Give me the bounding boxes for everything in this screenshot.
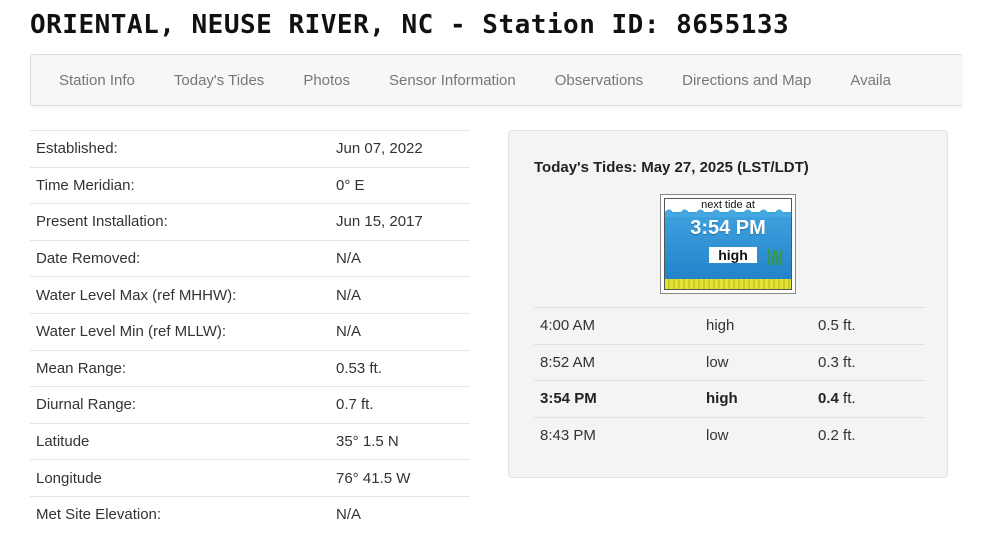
info-label: Diurnal Range:	[30, 386, 330, 424]
nav-tab-todays-tides[interactable]: Today's Tides	[174, 72, 264, 89]
tide-time: 4:00 AM	[534, 307, 706, 345]
tide-height: 0.4 ft.	[812, 380, 925, 418]
nav-tab-station-info[interactable]: Station Info	[59, 72, 135, 89]
info-label: Latitude	[30, 422, 330, 460]
next-tide-widget[interactable]: next tide at 3:54 PM high	[660, 194, 796, 294]
tide-row: 4:00 AM high 0.5 ft.	[534, 307, 925, 345]
info-value: N/A	[330, 312, 470, 351]
tide-height-unit: ft.	[843, 390, 856, 408]
seagrass-icon	[767, 248, 783, 265]
info-value: 76° 41.5 W	[330, 459, 470, 497]
info-label: Present Installation:	[30, 203, 330, 241]
tide-height-value: 0.3	[818, 353, 839, 371]
nav-tab-availability[interactable]: Availa	[850, 72, 891, 89]
tide-height-unit: ft.	[843, 353, 856, 371]
tide-height-value: 0.2	[818, 427, 839, 445]
info-label: Water Level Min (ref MLLW):	[30, 312, 330, 351]
tide-type: high	[706, 307, 812, 345]
station-nav-list: Station Info Today's Tides Photos Sensor…	[31, 55, 962, 105]
info-row-latitude: Latitude 35° 1.5 N	[30, 422, 470, 460]
info-label: Established:	[30, 130, 330, 168]
info-row-met-site-elevation: Met Site Elevation: N/A	[30, 495, 470, 533]
info-value: Jun 07, 2022	[330, 130, 470, 168]
info-value: N/A	[330, 239, 470, 277]
tide-height: 0.2 ft.	[812, 416, 925, 454]
tide-type: low	[706, 343, 812, 381]
tides-title: Today's Tides: May 27, 2025 (LST/LDT)	[534, 159, 809, 176]
station-info-table: Established: Jun 07, 2022 Time Meridian: 0…	[30, 130, 470, 533]
tide-height: 0.3 ft.	[812, 343, 925, 381]
nav-tab-directions-and-map[interactable]: Directions and Map	[682, 72, 811, 89]
info-row-time-meridian: Time Meridian: 0° E	[30, 166, 470, 204]
info-label: Water Level Max (ref MHHW):	[30, 276, 330, 314]
tide-time: 8:52 AM	[534, 343, 706, 381]
info-value: 0.53 ft.	[330, 349, 470, 387]
tide-time: 8:43 PM	[534, 416, 706, 454]
tide-type: high	[706, 380, 812, 418]
nav-tab-observations[interactable]: Observations	[555, 72, 643, 89]
info-value: 35° 1.5 N	[330, 422, 470, 460]
nav-tab-sensor-information[interactable]: Sensor Information	[389, 72, 516, 89]
tide-row: 8:43 PM low 0.2 ft.	[534, 416, 925, 454]
info-row-diurnal-range: Diurnal Range: 0.7 ft.	[30, 386, 470, 424]
todays-tides-panel: Today's Tides: May 27, 2025 (LST/LDT) ne…	[508, 130, 948, 478]
next-tide-widget-body: next tide at 3:54 PM high	[664, 198, 792, 290]
tide-type: low	[706, 416, 812, 454]
info-row-present-installation: Present Installation: Jun 15, 2017	[30, 203, 470, 241]
info-label: Met Site Elevation:	[30, 495, 330, 533]
info-value: 0.7 ft.	[330, 386, 470, 424]
next-tide-type: high	[709, 247, 757, 263]
tides-table-body: 4:00 AM high 0.5 ft. 8:52 AM low 0.3 ft.…	[534, 307, 925, 454]
tide-row: 3:54 PM high 0.4 ft.	[534, 380, 925, 418]
tide-height-unit: ft.	[843, 427, 856, 445]
info-label: Time Meridian:	[30, 166, 330, 204]
widget-sand-band	[665, 279, 791, 289]
info-label: Longitude	[30, 459, 330, 497]
next-tide-time: 3:54 PM	[690, 217, 766, 239]
tide-height-unit: ft.	[843, 317, 856, 335]
info-row-water-level-max: Water Level Max (ref MHHW): N/A	[30, 276, 470, 314]
info-value: N/A	[330, 495, 470, 533]
info-row-longitude: Longitude 76° 41.5 W	[30, 459, 470, 497]
info-value: 0° E	[330, 166, 470, 204]
tides-table: 4:00 AM high 0.5 ft. 8:52 AM low 0.3 ft.…	[534, 307, 925, 454]
tide-row: 8:52 AM low 0.3 ft.	[534, 343, 925, 381]
info-value: Jun 15, 2017	[330, 203, 470, 241]
tide-height: 0.5 ft.	[812, 307, 925, 345]
info-label: Date Removed:	[30, 239, 330, 277]
tide-height-value: 0.5	[818, 317, 839, 335]
info-row-mean-range: Mean Range: 0.53 ft.	[30, 349, 470, 387]
info-row-water-level-min: Water Level Min (ref MLLW): N/A	[30, 312, 470, 351]
page-title: ORIENTAL, NEUSE RIVER, NC - Station ID: …	[30, 10, 790, 40]
station-nav-bar: Station Info Today's Tides Photos Sensor…	[30, 54, 962, 106]
tide-time: 3:54 PM	[534, 380, 706, 418]
info-value: N/A	[330, 276, 470, 314]
nav-tab-photos[interactable]: Photos	[303, 72, 350, 89]
next-tide-label: next tide at	[701, 199, 755, 211]
info-label: Mean Range:	[30, 349, 330, 387]
info-row-date-removed: Date Removed: N/A	[30, 239, 470, 277]
tide-height-value: 0.4	[818, 390, 839, 408]
info-row-established: Established: Jun 07, 2022	[30, 130, 470, 168]
